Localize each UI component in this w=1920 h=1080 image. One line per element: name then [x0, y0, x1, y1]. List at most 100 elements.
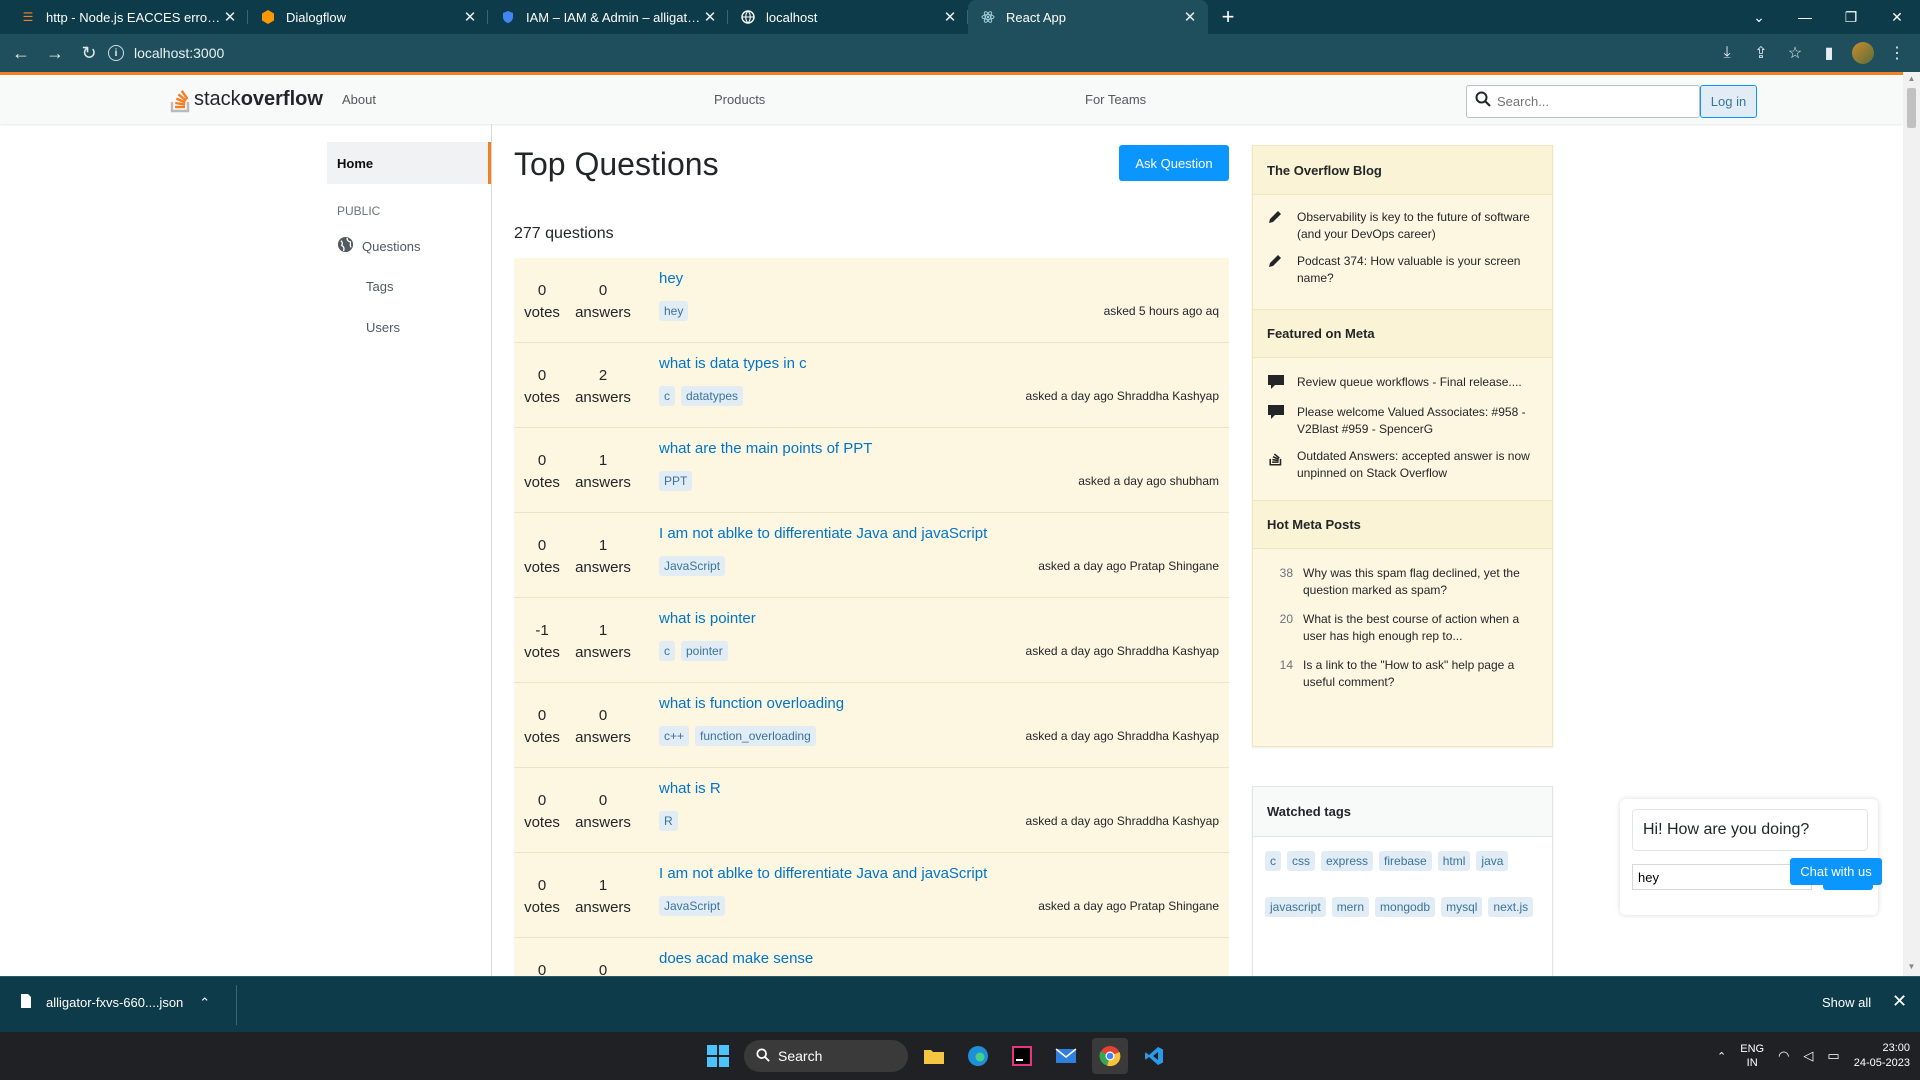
chevron-up-icon[interactable]: ⌃: [199, 995, 210, 1011]
taskbar-search[interactable]: Search: [744, 1040, 908, 1072]
question-title-link[interactable]: what is R: [659, 780, 721, 797]
hot-meta-item[interactable]: 38 Why was this spam flag declined, yet …: [1267, 565, 1538, 599]
stackoverflow-logo[interactable]: stack overflow: [170, 85, 323, 113]
volume-icon[interactable]: ◁: [1803, 1048, 1813, 1064]
intellij-icon[interactable]: [1004, 1038, 1040, 1074]
address-bar[interactable]: i localhost:3000: [108, 38, 1698, 68]
login-button[interactable]: Log in: [1700, 85, 1757, 118]
watched-tag[interactable]: css: [1287, 851, 1315, 871]
new-tab-icon[interactable]: +: [1208, 0, 1248, 34]
question-tag[interactable]: function_overloading: [695, 726, 816, 746]
question-title-link[interactable]: hey: [659, 270, 683, 287]
meta-item[interactable]: Review queue workflows - Final release..…: [1267, 374, 1538, 394]
install-icon[interactable]: ⤓: [1712, 38, 1742, 68]
question-title-link[interactable]: does acad make sense: [659, 950, 813, 967]
blog-item[interactable]: Podcast 374: How valuable is your screen…: [1267, 253, 1538, 287]
chat-with-us-button[interactable]: Chat with us: [1790, 858, 1882, 885]
sidebar-item-home[interactable]: Home: [327, 142, 491, 184]
browser-tab[interactable]: localhost ✕: [728, 0, 968, 34]
question-title-link[interactable]: what is pointer: [659, 610, 756, 627]
hot-meta-item[interactable]: 14 Is a link to the "How to ask" help pa…: [1267, 657, 1538, 691]
question-tag[interactable]: R: [659, 811, 678, 831]
chat-input[interactable]: [1632, 864, 1812, 890]
nav-for-teams-link[interactable]: For Teams: [1085, 92, 1146, 107]
show-all-button[interactable]: Show all: [1822, 995, 1871, 1010]
browser-tab[interactable]: ☰ http - Node.js EACCES error whe ✕: [8, 0, 248, 34]
minimize-icon[interactable]: —: [1782, 0, 1828, 34]
question-title-link[interactable]: what is function overloading: [659, 695, 844, 712]
forward-icon[interactable]: →: [38, 36, 72, 70]
scroll-down-icon[interactable]: ▼: [1903, 962, 1920, 976]
watched-tag[interactable]: mern: [1331, 897, 1370, 917]
battery-icon[interactable]: ▭: [1827, 1048, 1839, 1064]
close-tab-icon[interactable]: ✕: [1182, 8, 1198, 26]
sidebar-item-tags[interactable]: Tags: [366, 279, 393, 294]
download-item[interactable]: alligator-fxvs-660....json ⌃: [20, 993, 210, 1012]
browser-tab[interactable]: Dialogflow ✕: [248, 0, 488, 34]
blog-item[interactable]: Observability is key to the future of so…: [1267, 209, 1538, 243]
question-title-link[interactable]: I am not ablke to differentiate Java and…: [659, 525, 987, 542]
nav-products-link[interactable]: Products: [714, 92, 765, 107]
question-title-link[interactable]: I am not ablke to differentiate Java and…: [659, 865, 987, 882]
edge-browser-icon[interactable]: [960, 1038, 996, 1074]
page-scrollbar[interactable]: ▲ ▼: [1903, 72, 1920, 976]
windows-start-icon[interactable]: [700, 1038, 736, 1074]
question-tag[interactable]: c: [659, 386, 675, 406]
search-input[interactable]: [1497, 94, 1687, 109]
sidebar-item-users[interactable]: Users: [366, 320, 400, 335]
question-tag[interactable]: c: [659, 641, 675, 661]
watched-tag[interactable]: firebase: [1379, 851, 1432, 871]
clock[interactable]: 23:00 24-05-2023: [1854, 1041, 1910, 1071]
share-icon[interactable]: ⇪: [1746, 38, 1776, 68]
menu-kebab-icon[interactable]: ⋮: [1882, 38, 1912, 68]
watched-tag[interactable]: html: [1437, 851, 1471, 871]
close-window-icon[interactable]: ✕: [1874, 0, 1920, 34]
sidebar-item-questions[interactable]: Questions: [337, 236, 421, 256]
watched-tag[interactable]: express: [1321, 851, 1374, 871]
bookmark-star-icon[interactable]: ☆: [1780, 38, 1810, 68]
question-tag[interactable]: c++: [659, 726, 690, 746]
side-panel-icon[interactable]: ▮: [1814, 38, 1844, 68]
site-info-icon[interactable]: i: [108, 45, 124, 61]
close-download-bar-icon[interactable]: ✕: [1892, 991, 1907, 1012]
wifi-icon[interactable]: ◠: [1778, 1048, 1789, 1064]
meta-item[interactable]: Please welcome Valued Associates: #958 -…: [1267, 404, 1538, 438]
question-title-link[interactable]: what are the main points of PPT: [659, 440, 872, 457]
watched-tag[interactable]: java: [1476, 851, 1509, 871]
question-title-link[interactable]: what is data types in c: [659, 355, 807, 372]
question-tag[interactable]: JavaScript: [659, 896, 726, 916]
watched-tag[interactable]: next.js: [1488, 897, 1534, 917]
watched-tag[interactable]: javascript: [1265, 897, 1326, 917]
close-tab-icon[interactable]: ✕: [462, 8, 478, 26]
browser-tab[interactable]: IAM – IAM & Admin – alligator-f ✕: [488, 0, 728, 34]
nav-about-link[interactable]: About: [342, 92, 376, 107]
question-tag[interactable]: PPT: [659, 471, 693, 491]
restore-icon[interactable]: ❐: [1828, 0, 1874, 34]
close-tab-icon[interactable]: ✕: [702, 8, 718, 26]
question-tag[interactable]: hey: [659, 301, 689, 321]
tab-search-chevron-icon[interactable]: ⌄: [1736, 0, 1782, 34]
mail-icon[interactable]: [1048, 1038, 1084, 1074]
show-hidden-icons-chevron-icon[interactable]: ⌃: [1717, 1050, 1726, 1063]
question-tag[interactable]: JavaScript: [659, 556, 726, 576]
question-tag[interactable]: pointer: [681, 641, 728, 661]
hot-meta-item[interactable]: 20 What is the best course of action whe…: [1267, 611, 1538, 645]
scroll-up-icon[interactable]: ▲: [1903, 74, 1920, 88]
watched-tag[interactable]: mongodb: [1375, 897, 1436, 917]
close-tab-icon[interactable]: ✕: [942, 8, 958, 26]
file-explorer-icon[interactable]: [916, 1038, 952, 1074]
scrollbar-thumb[interactable]: [1907, 88, 1916, 128]
ask-question-button[interactable]: Ask Question: [1119, 145, 1229, 181]
meta-item[interactable]: Outdated Answers: accepted answer is now…: [1267, 448, 1538, 482]
language-indicator[interactable]: ENG IN: [1740, 1042, 1764, 1070]
chrome-icon[interactable]: [1092, 1038, 1128, 1074]
profile-avatar[interactable]: [1852, 42, 1874, 64]
watched-tag[interactable]: c: [1265, 851, 1281, 871]
reload-icon[interactable]: ↻: [72, 36, 106, 70]
browser-tab-active[interactable]: React App ✕: [968, 0, 1208, 34]
close-tab-icon[interactable]: ✕: [222, 8, 238, 26]
back-icon[interactable]: ←: [4, 36, 38, 70]
vscode-icon[interactable]: [1136, 1038, 1172, 1074]
watched-tag[interactable]: mysql: [1441, 897, 1483, 917]
question-tag[interactable]: datatypes: [681, 386, 744, 406]
